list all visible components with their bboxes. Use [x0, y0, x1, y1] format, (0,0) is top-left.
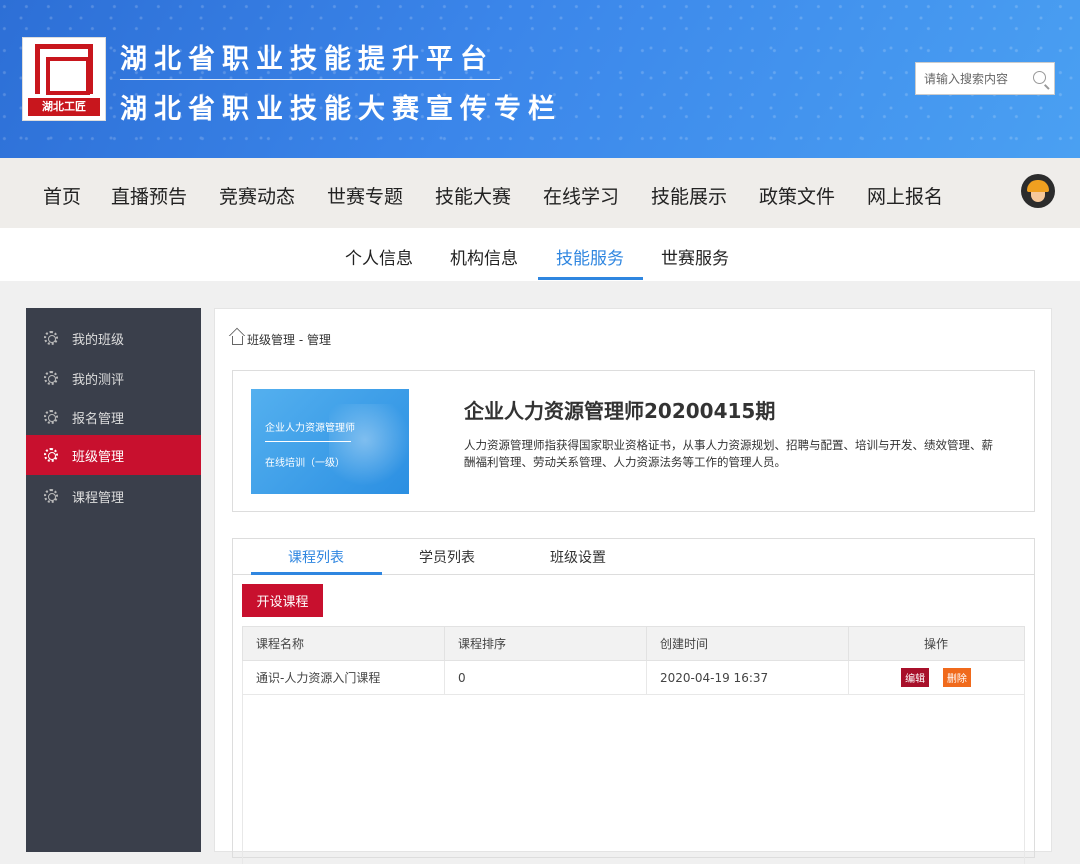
sidebar-item-my-assessment[interactable]: 我的测评 [26, 358, 201, 398]
course-info-card: 企业人力资源管理师 在线培训（一级） 企业人力资源管理师20200415期 人力… [232, 370, 1035, 512]
home-icon[interactable] [232, 336, 243, 345]
sidebar-item-label: 班级管理 [72, 450, 125, 465]
sidebar-item-my-class[interactable]: 我的班级 [26, 318, 201, 358]
sub-nav: 个人信息 机构信息 技能服务 世赛服务 [0, 228, 1080, 281]
cell-course-order: 0 [444, 660, 647, 695]
thumbnail-divider [265, 441, 351, 442]
tab-course-list[interactable]: 课程列表 [288, 547, 344, 567]
nav-item-skills-showcase[interactable]: 技能展示 [651, 182, 727, 209]
site-title: 湖北省职业技能提升平台 [120, 44, 494, 75]
table-header-row: 课程名称 课程排序 创建时间 操作 [242, 626, 1025, 661]
search-box [915, 62, 1055, 95]
cell-actions: 编辑 删除 [848, 660, 1025, 695]
cell-course-name: 通识-人力资源入门课程 [242, 660, 445, 695]
subnav-active-underline [538, 277, 643, 280]
sidebar-item-course-mgmt[interactable]: 课程管理 [26, 476, 201, 516]
search-icon[interactable] [1033, 71, 1046, 84]
nav-item-online-learning[interactable]: 在线学习 [543, 182, 619, 209]
site-logo[interactable]: 湖北工匠 [22, 37, 106, 121]
tab-class-settings[interactable]: 班级设置 [550, 547, 606, 567]
header-banner: 湖北工匠 湖北省职业技能提升平台 湖北省职业技能大赛宣传专栏 [0, 0, 1080, 158]
tab-active-underline [251, 572, 382, 575]
breadcrumb: 班级管理 - 管理 [232, 331, 331, 348]
sidebar-item-label: 我的测评 [72, 373, 125, 388]
column-header-actions: 操作 [848, 626, 1025, 661]
nav-item-live-preview[interactable]: 直播预告 [111, 182, 187, 209]
nav-item-skills-contest[interactable]: 技能大赛 [435, 182, 511, 209]
logo-mark-icon [35, 44, 93, 95]
course-thumbnail: 企业人力资源管理师 在线培训（一级） [251, 389, 409, 494]
gear-icon [44, 410, 58, 424]
nav-item-competition-news[interactable]: 竞赛动态 [219, 182, 295, 209]
nav-item-worldskills[interactable]: 世赛专题 [327, 182, 403, 209]
column-header-created: 创建时间 [646, 626, 849, 661]
thumbnail-title: 企业人力资源管理师 [265, 423, 355, 434]
main-content: 班级管理 - 管理 企业人力资源管理师 在线培训（一级） 企业人力资源管理师20… [214, 308, 1052, 864]
subnav-org-info[interactable]: 机构信息 [450, 244, 518, 269]
sidebar-item-class-mgmt[interactable]: 班级管理 [26, 435, 201, 475]
sidebar-item-label: 课程管理 [72, 491, 125, 506]
main-nav: 首页 直播预告 竞赛动态 世赛专题 技能大赛 在线学习 技能展示 政策文件 网上… [0, 158, 1080, 228]
course-table: 课程名称 课程排序 创建时间 操作 通识-人力资源入门课程 0 2020-04-… [242, 626, 1025, 695]
gear-icon [44, 371, 58, 385]
table-row: 通识-人力资源入门课程 0 2020-04-19 16:37 编辑 删除 [242, 660, 1025, 695]
course-title: 企业人力资源管理师20200415期 [464, 399, 776, 423]
thumbnail-subtitle: 在线培训（一级） [265, 458, 345, 469]
course-description: 人力资源管理师指获得国家职业资格证书，从事人力资源规划、招聘与配置、培训与开发、… [464, 438, 993, 469]
breadcrumb-text[interactable]: 班级管理 - 管理 [247, 333, 331, 347]
nav-item-home[interactable]: 首页 [43, 182, 81, 209]
gear-icon [44, 331, 58, 345]
title-divider [120, 79, 500, 80]
nav-item-online-registration[interactable]: 网上报名 [867, 182, 943, 209]
sidebar: 我的班级 我的测评 报名管理 班级管理 课程管理 [26, 308, 201, 852]
gear-icon [44, 448, 58, 462]
edit-button[interactable]: 编辑 [901, 668, 930, 687]
cell-created-time: 2020-04-19 16:37 [646, 660, 849, 695]
nav-item-policy-docs[interactable]: 政策文件 [759, 182, 835, 209]
subnav-worldskills-services[interactable]: 世赛服务 [661, 244, 729, 269]
column-header-order: 课程排序 [444, 626, 647, 661]
user-avatar[interactable] [1021, 174, 1055, 208]
column-header-name: 课程名称 [242, 626, 445, 661]
site-subtitle: 湖北省职业技能大赛宣传专栏 [120, 94, 562, 125]
subnav-skill-services[interactable]: 技能服务 [556, 244, 624, 269]
search-input[interactable] [916, 63, 1026, 94]
sidebar-item-label: 我的班级 [72, 333, 125, 348]
tab-bar: 课程列表 学员列表 班级设置 [233, 539, 1034, 575]
delete-button[interactable]: 删除 [942, 668, 971, 687]
sidebar-item-label: 报名管理 [72, 412, 125, 427]
thumbnail-photo [329, 404, 409, 494]
course-table-panel: 课程列表 学员列表 班级设置 开设课程 课程名称 课程排序 创建时间 操作 通识… [232, 538, 1035, 864]
logo-text: 湖北工匠 [28, 98, 100, 116]
add-course-button[interactable]: 开设课程 [242, 584, 323, 617]
gear-icon [44, 489, 58, 503]
sidebar-item-registration-mgmt[interactable]: 报名管理 [26, 397, 201, 437]
table-empty-area [242, 694, 1025, 864]
subnav-personal-info[interactable]: 个人信息 [345, 244, 413, 269]
tab-student-list[interactable]: 学员列表 [419, 547, 475, 567]
